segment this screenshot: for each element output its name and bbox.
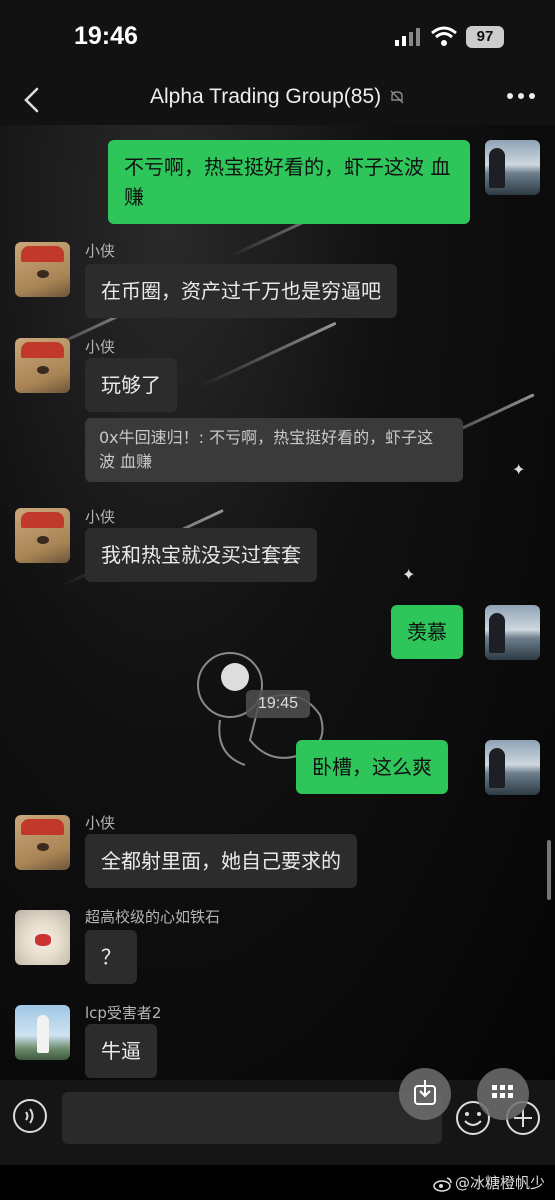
message-bubble-incoming[interactable]: ？ (85, 930, 137, 984)
my-avatar[interactable] (485, 740, 540, 795)
sender-name: 小侠 (85, 508, 116, 526)
status-bar: 19:46 97 (0, 0, 555, 75)
message-bubble-outgoing[interactable]: 不亏啊，热宝挺好看的，虾子这波 血赚 (108, 140, 470, 224)
message-bubble-outgoing[interactable]: 卧槽，这么爽 (296, 740, 448, 794)
chat-header: Alpha Trading Group(85) (0, 75, 555, 125)
message-bubble-incoming[interactable]: 玩够了 (85, 358, 177, 412)
sender-name: 小侠 (85, 242, 116, 260)
battery-indicator: 97 (466, 26, 504, 48)
chat-title-text: Alpha Trading Group(85) (150, 85, 382, 108)
wifi-icon (431, 26, 457, 46)
sender-name: lcp受害者2 (85, 1004, 162, 1022)
grid-icon (492, 1085, 513, 1098)
signal-icon (395, 28, 420, 46)
chat-title: Alpha Trading Group(85) (0, 85, 555, 109)
sender-name: 小侠 (85, 814, 116, 832)
mute-icon (390, 90, 404, 104)
message-bubble-incoming[interactable]: 牛逼 (85, 1024, 157, 1078)
watermark-bar: @冰糖橙帆少 (0, 1165, 555, 1200)
more-icon[interactable] (505, 87, 537, 111)
message-bubble-incoming[interactable]: 我和热宝就没买过套套 (85, 528, 317, 582)
message-bubble-outgoing[interactable]: 羡慕 (391, 605, 463, 659)
avatar-xiaoxia[interactable] (15, 508, 70, 563)
apps-button[interactable] (477, 1068, 529, 1120)
watermark-text: @冰糖橙帆少 (454, 1174, 545, 1192)
watermark: @冰糖橙帆少 (433, 1172, 545, 1193)
avatar-xiaoxia[interactable] (15, 815, 70, 870)
message-input[interactable] (62, 1092, 442, 1144)
sender-name: 小侠 (85, 338, 116, 356)
avatar-user[interactable] (15, 1005, 70, 1060)
star-icon: ✦ (402, 565, 416, 584)
download-icon (414, 1080, 436, 1105)
sender-name: 超高校级的心如铁石 (85, 908, 221, 926)
avatar-xiaoxia[interactable] (15, 242, 70, 297)
message-bubble-incoming[interactable]: 全都射里面，她自己要求的 (85, 834, 357, 888)
message-bubble-incoming[interactable]: 在币圈，资产过千万也是穷逼吧 (85, 264, 397, 318)
voice-icon[interactable] (12, 1098, 48, 1134)
quoted-message[interactable]: 0x牛回速归！: 不亏啊，热宝挺好看的，虾子这波 血赚 (85, 418, 463, 482)
avatar-xiaoxia[interactable] (15, 338, 70, 393)
avatar-user[interactable] (15, 910, 70, 965)
weibo-icon (433, 1176, 452, 1192)
timestamp-divider: 19:45 (246, 690, 310, 718)
my-avatar[interactable] (485, 605, 540, 660)
status-time: 19:46 (74, 22, 138, 50)
download-button[interactable] (399, 1068, 451, 1120)
scrollbar[interactable] (547, 840, 551, 900)
wallpaper-streak (199, 321, 337, 388)
star-icon: ✦ (512, 460, 526, 479)
my-avatar[interactable] (485, 140, 540, 195)
